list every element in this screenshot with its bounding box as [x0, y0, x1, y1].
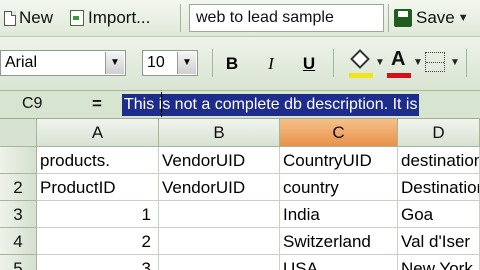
chevron-down-icon[interactable]: ▼ — [177, 52, 196, 74]
cell[interactable]: 1 — [37, 201, 159, 228]
save-dropdown-icon[interactable]: ▼ — [458, 12, 469, 24]
equals-sign: = — [92, 94, 102, 113]
cell[interactable] — [159, 201, 280, 228]
borders-icon[interactable] — [425, 52, 445, 72]
font-color-dropdown-icon[interactable]: ▼ — [413, 57, 423, 68]
cell[interactable]: India — [280, 201, 398, 228]
row-header[interactable]: 3 — [0, 201, 37, 228]
font-color-icon: A — [391, 48, 406, 70]
toolbar-divider — [212, 49, 213, 77]
new-document-icon — [4, 10, 16, 26]
new-button[interactable]: New — [4, 5, 53, 31]
import-button[interactable]: Import... — [70, 5, 150, 31]
column-header-a[interactable]: A — [37, 119, 159, 147]
row-header[interactable]: 5 — [0, 255, 37, 270]
paint-bucket-icon — [350, 49, 370, 69]
cell[interactable]: VendorUID — [159, 174, 280, 201]
bold-button[interactable]: B — [219, 52, 245, 76]
toolbar-divider — [388, 4, 389, 32]
cell[interactable]: Switzerland — [280, 228, 398, 255]
fill-color-swatch — [349, 73, 373, 78]
column-header-d[interactable]: D — [398, 119, 480, 147]
font-size-value: 10 — [147, 54, 165, 71]
save-label: Save — [416, 8, 455, 27]
fill-color-dropdown-icon[interactable]: ▼ — [375, 57, 385, 68]
format-toolbar: Arial ▼ 10 ▼ B I U ▼ A ▼ ▼ — [0, 37, 480, 91]
font-name-value: Arial — [5, 54, 38, 71]
spreadsheet-grid: A B C D products. VendorUID CountryUID d… — [0, 119, 480, 270]
cell[interactable]: VendorUID — [159, 147, 280, 174]
fill-color-button[interactable] — [348, 49, 374, 78]
cell[interactable]: CountryUID — [280, 147, 398, 174]
toolbar-divider — [180, 4, 181, 32]
import-icon — [70, 10, 84, 26]
italic-button[interactable]: I — [258, 52, 284, 76]
chevron-down-icon[interactable]: ▼ — [105, 52, 124, 74]
cell[interactable] — [159, 228, 280, 255]
font-color-swatch — [387, 73, 411, 78]
row-header[interactable] — [0, 147, 37, 174]
column-header-c[interactable]: C — [280, 119, 398, 147]
font-size-select[interactable]: 10 ▼ — [142, 50, 198, 76]
cell[interactable]: destination — [398, 147, 480, 174]
cell[interactable]: 2 — [37, 228, 159, 255]
cell[interactable]: Destination — [398, 174, 480, 201]
underline-button[interactable]: U — [296, 52, 322, 76]
font-color-button[interactable]: A — [386, 48, 412, 78]
cell[interactable]: Goa — [398, 201, 480, 228]
cell[interactable]: USA — [280, 255, 398, 270]
font-name-select[interactable]: Arial ▼ — [0, 50, 126, 76]
column-header-b[interactable]: B — [159, 119, 280, 147]
row-header[interactable]: 4 — [0, 228, 37, 255]
cell[interactable]: ProductID — [37, 174, 159, 201]
save-button[interactable]: Save ▼ — [394, 5, 469, 31]
main-toolbar: New Import... web to lead sample Save ▼ — [0, 0, 480, 37]
save-disk-icon — [394, 9, 412, 27]
borders-dropdown-icon[interactable]: ▼ — [450, 57, 460, 68]
cell[interactable]: New York — [398, 255, 480, 270]
row-header[interactable]: 2 — [0, 174, 37, 201]
cell[interactable]: products. — [37, 147, 159, 174]
text-cursor — [161, 92, 162, 117]
toolbar-divider — [466, 49, 467, 77]
new-label: New — [19, 8, 54, 27]
cell[interactable]: 3 — [37, 255, 159, 270]
cell[interactable] — [159, 255, 280, 270]
toolbar-divider — [333, 49, 334, 77]
formula-bar: C9 = This is not a complete db descripti… — [0, 91, 480, 119]
cell[interactable]: country — [280, 174, 398, 201]
cell-reference[interactable]: C9 — [22, 95, 42, 113]
cell[interactable]: Val d'Iser — [398, 228, 480, 255]
select-all-corner[interactable] — [0, 119, 37, 147]
formula-input[interactable]: This is not a complete db description. I… — [122, 94, 420, 116]
import-label: Import... — [88, 8, 151, 27]
filename-field[interactable]: web to lead sample — [189, 4, 384, 32]
